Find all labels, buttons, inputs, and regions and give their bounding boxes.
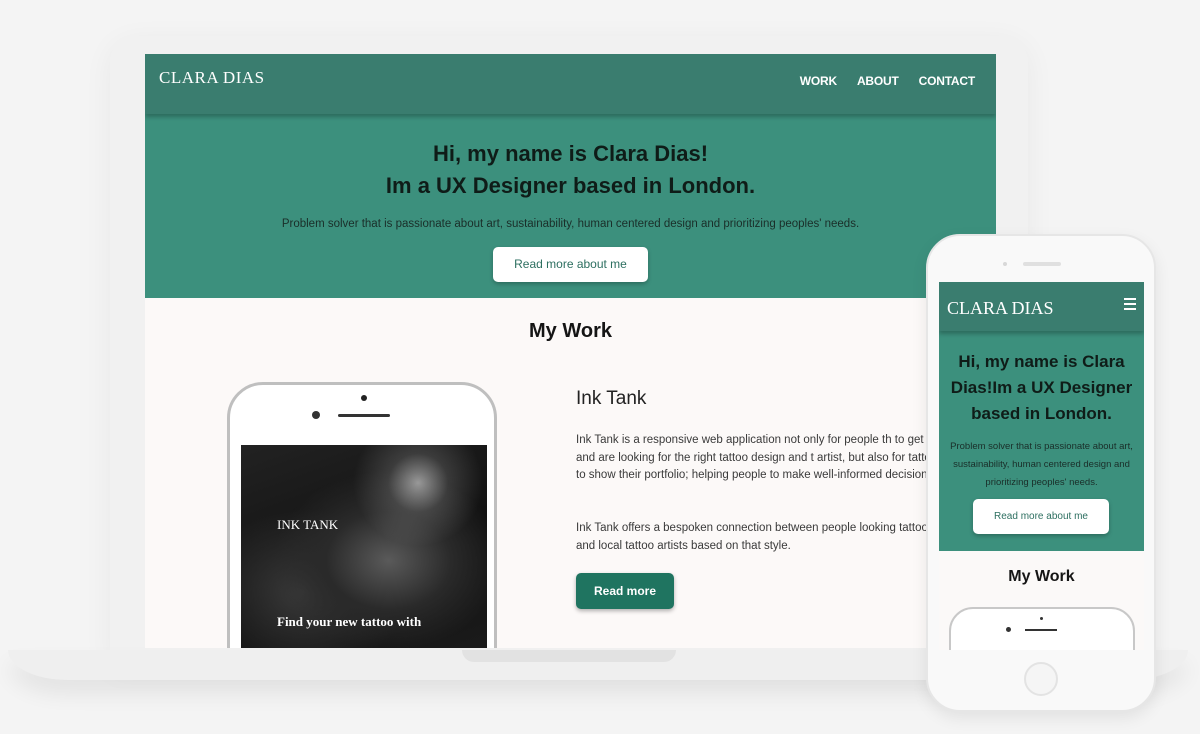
nav-work[interactable]: WORK bbox=[800, 74, 837, 88]
hero-subtitle: Problem solver that is passionate about … bbox=[281, 218, 860, 230]
preview-image-title: INK TANK bbox=[277, 517, 339, 532]
my-work-heading: My Work bbox=[529, 320, 612, 342]
mobile-navbar: CLARA DIAS bbox=[939, 282, 1144, 331]
mockup-sensor-icon bbox=[312, 411, 320, 419]
mobile-hero-title: Hi, my name is Clara Dias!Im a UX Design… bbox=[950, 352, 1133, 423]
phone-speaker-icon bbox=[1023, 262, 1061, 266]
read-more-button[interactable]: Read more bbox=[576, 573, 674, 609]
nav-contact[interactable]: CONTACT bbox=[919, 74, 976, 88]
mobile-mockup-camera-icon bbox=[1040, 617, 1043, 620]
ink-tank-preview-image[interactable]: INK TANK Find your new tattoo with bbox=[241, 445, 487, 648]
preview-image-caption: Find your new tattoo with bbox=[277, 614, 422, 629]
mockup-speaker-icon bbox=[338, 414, 390, 417]
hamburger-menu-icon[interactable] bbox=[1124, 298, 1136, 310]
hero-section: Hi, my name is Clara Dias! Im a UX Desig… bbox=[145, 114, 996, 298]
mockup-camera-icon bbox=[361, 395, 367, 401]
mobile-my-work-heading: My Work bbox=[1008, 568, 1075, 585]
project-description-2: Ink Tank offers a bespoken connection be… bbox=[576, 522, 955, 552]
mobile-site-logo[interactable]: CLARA DIAS bbox=[947, 298, 1054, 319]
mobile-hero-section: Hi, my name is Clara Dias!Im a UX Design… bbox=[939, 331, 1144, 551]
read-more-about-me-button[interactable]: Read more about me bbox=[493, 247, 648, 282]
mobile-site-screen: CLARA DIAS Hi, my name is Clara Dias!Im … bbox=[939, 282, 1144, 650]
mobile-mockup-speaker-icon bbox=[1025, 629, 1057, 631]
hero-title-line2: Im a UX Designer based in London. bbox=[385, 173, 756, 198]
mobile-hero-subtitle: Problem solver that is passionate about … bbox=[950, 441, 1133, 488]
mobile-read-more-about-me-button[interactable]: Read more about me bbox=[973, 499, 1109, 534]
hero-title: Hi, my name is Clara Dias! Im a UX Desig… bbox=[145, 138, 996, 202]
mobile-mockup-sensor-icon bbox=[1006, 627, 1011, 632]
project-title: Ink Tank bbox=[576, 388, 647, 409]
desktop-navbar: CLARA DIAS WORK ABOUT CONTACT bbox=[145, 54, 996, 114]
site-logo[interactable]: CLARA DIAS bbox=[159, 68, 265, 88]
laptop-notch bbox=[462, 650, 676, 662]
phone-home-button[interactable] bbox=[1024, 662, 1058, 696]
hero-title-line1: Hi, my name is Clara Dias! bbox=[432, 141, 709, 166]
nav-links: WORK ABOUT CONTACT bbox=[800, 74, 975, 88]
project-description-1: Ink Tank is a responsive web application… bbox=[576, 434, 972, 481]
phone-camera-icon bbox=[1003, 262, 1007, 266]
nav-about[interactable]: ABOUT bbox=[857, 74, 899, 88]
desktop-site-screen: CLARA DIAS WORK ABOUT CONTACT Hi, my nam… bbox=[145, 54, 996, 648]
